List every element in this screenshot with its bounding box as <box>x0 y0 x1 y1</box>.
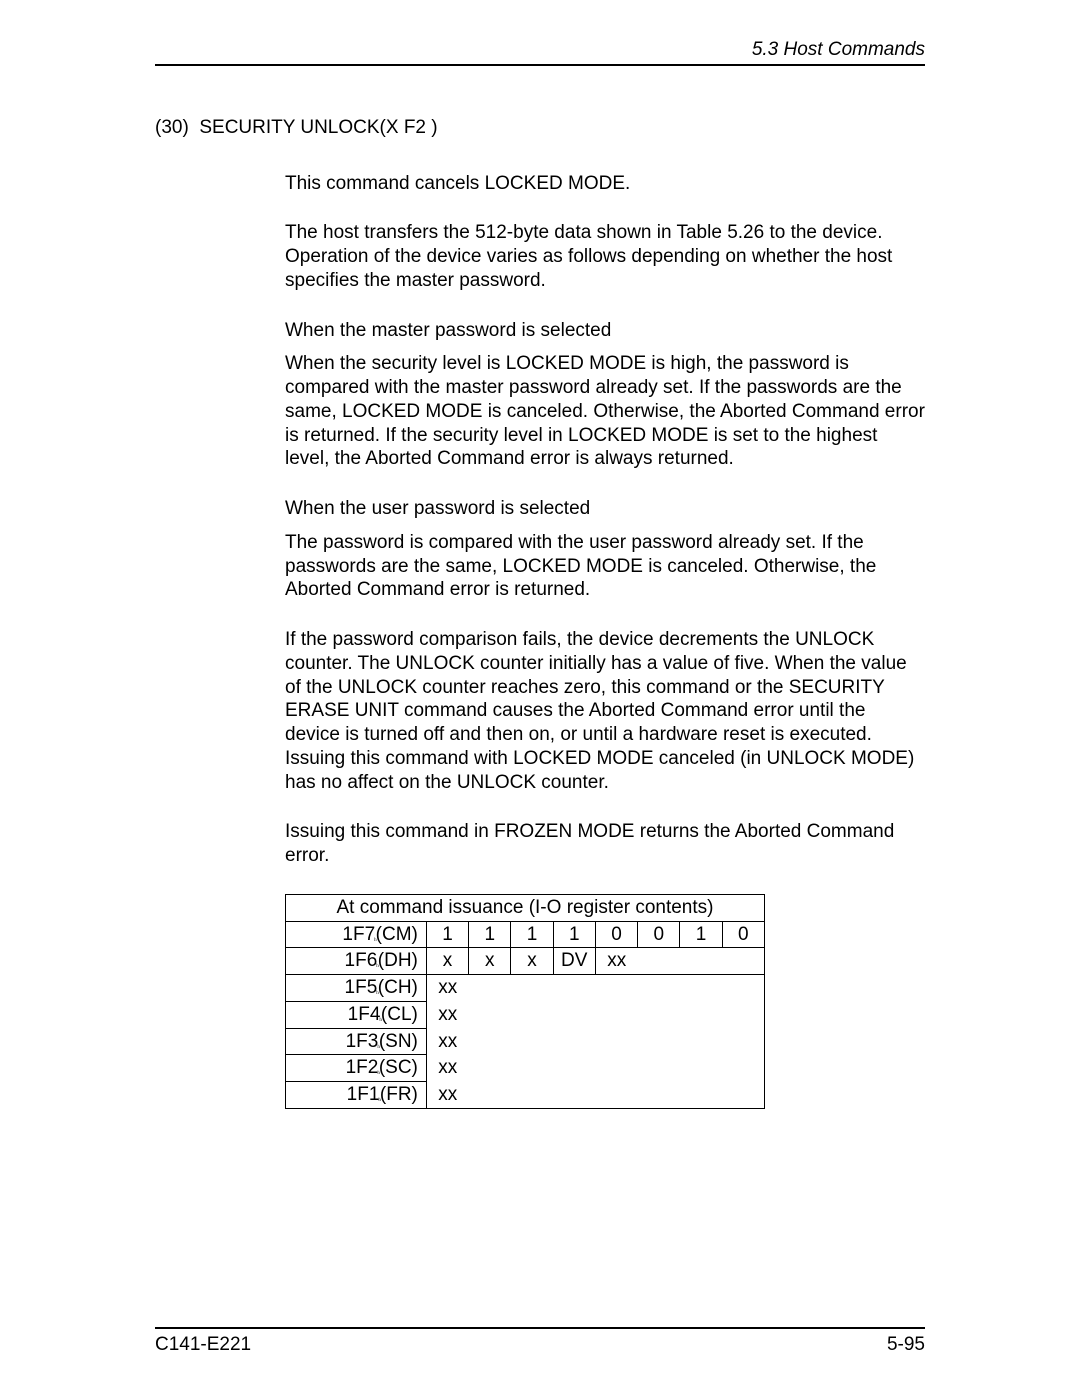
doc-number: C141-E221 <box>155 1333 251 1357</box>
table-row: 1F4h(CL)xx <box>286 1001 765 1028</box>
bit-cell: 1 <box>426 921 468 948</box>
paragraph: If the password comparison fails, the de… <box>285 628 925 794</box>
register-label: 1F6h(DH) <box>286 948 427 975</box>
bit-cell: x <box>426 948 468 975</box>
register-table: At command issuance (I-O register conten… <box>285 894 765 1109</box>
paragraph: When the security level is LOCKED MODE i… <box>285 352 925 471</box>
page-number: 5-95 <box>887 1333 925 1357</box>
paragraph: When the user password is selected <box>285 497 925 521</box>
bit-cell: 0 <box>638 921 680 948</box>
table-row: 1F3h(SN)xx <box>286 1028 765 1055</box>
bit-cell: 1 <box>680 921 722 948</box>
bit-cell: DV <box>553 948 595 975</box>
register-label: 1F5h(CH) <box>286 975 427 1002</box>
bit-cell: xx <box>426 1055 468 1082</box>
bit-cell <box>469 1028 765 1055</box>
bit-cell: xx <box>426 1028 468 1055</box>
bit-cell <box>469 1082 765 1109</box>
register-label: 1F4h(CL) <box>286 1001 427 1028</box>
register-label: 1F3h(SN) <box>286 1028 427 1055</box>
page-footer: C141-E221 5-95 <box>155 1327 925 1357</box>
bit-cell: 1 <box>469 921 511 948</box>
page: 5.3 Host Commands (30) SECURITY UNLOCK(X… <box>0 0 1080 1397</box>
bit-cell: 0 <box>595 921 637 948</box>
register-label: 1F2h(SC) <box>286 1055 427 1082</box>
bit-cell: x <box>511 948 553 975</box>
paragraph: The host transfers the 512-byte data sho… <box>285 221 925 292</box>
section-title: 5.3 Host Commands <box>752 39 925 60</box>
bit-cell: 1 <box>553 921 595 948</box>
bit-cell: xx <box>426 1082 468 1109</box>
section-header: 5.3 Host Commands <box>155 38 925 66</box>
table-row: 1F5h(CH)xx <box>286 975 765 1002</box>
command-title: SECURITY UNLOCK(X F2 ) <box>199 117 437 138</box>
bit-cell: 0 <box>722 921 764 948</box>
bit-cell: x <box>469 948 511 975</box>
paragraph: When the master password is selected <box>285 319 925 343</box>
command-heading: (30) SECURITY UNLOCK(X F2 ) <box>155 116 925 140</box>
register-table-body: At command issuance (I-O register conten… <box>286 894 765 1108</box>
register-label: 1F1h(FR) <box>286 1082 427 1109</box>
table-row: 1F1h(FR)xx <box>286 1082 765 1109</box>
bit-cell: xx <box>595 948 637 975</box>
command-number: (30) <box>155 117 189 138</box>
bit-cell: xx <box>426 975 468 1002</box>
bit-cell: 1 <box>511 921 553 948</box>
table-row: 1F7h(CM)11110010 <box>286 921 765 948</box>
paragraph: The password is compared with the user p… <box>285 531 925 602</box>
bit-cell <box>638 948 765 975</box>
bit-cell: xx <box>426 1001 468 1028</box>
body-column: This command cancels LOCKED MODE. The ho… <box>285 172 925 1109</box>
register-label: 1F7h(CM) <box>286 921 427 948</box>
bit-cell <box>469 975 765 1002</box>
bit-cell <box>469 1001 765 1028</box>
table-row: 1F6h(DH)xxxDVxx <box>286 948 765 975</box>
bit-cell <box>469 1055 765 1082</box>
table-row: 1F2h(SC)xx <box>286 1055 765 1082</box>
table-title: At command issuance (I-O register conten… <box>286 894 765 921</box>
paragraph: This command cancels LOCKED MODE. <box>285 172 925 196</box>
paragraph: Issuing this command in FROZEN MODE retu… <box>285 820 925 868</box>
